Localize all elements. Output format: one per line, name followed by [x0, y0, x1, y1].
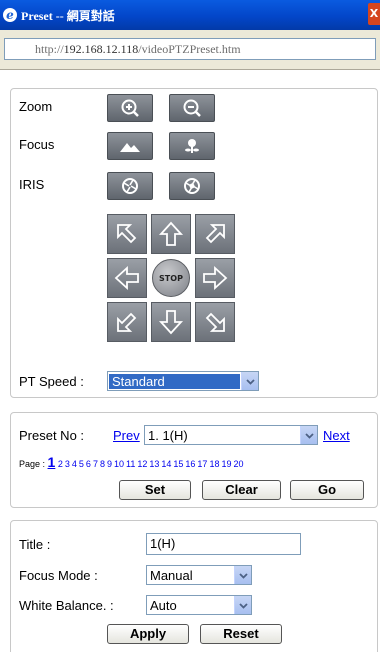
next-link[interactable]: Next [323, 428, 350, 443]
arrow-down-right-icon [205, 312, 225, 332]
settings-panel: Title : 1(H) Focus Mode : Manual White B… [10, 520, 378, 652]
page-link[interactable]: 4 [72, 459, 77, 469]
page-link[interactable]: 12 [137, 459, 147, 469]
focus-label: Focus [19, 137, 55, 152]
focus-near-button[interactable] [169, 132, 215, 160]
zoom-in-button[interactable] [107, 94, 153, 122]
prev-link[interactable]: Prev [113, 428, 140, 443]
page-link[interactable]: 19 [221, 459, 231, 469]
chevron-down-icon [241, 372, 258, 390]
arrow-up-right-icon [205, 224, 225, 244]
pt-speed-value: Standard [109, 373, 240, 389]
page-current[interactable]: 1 [48, 454, 56, 470]
arrow-left-icon [114, 265, 139, 291]
iris-label: IRIS [19, 177, 45, 192]
tilt-down-button[interactable] [151, 302, 191, 342]
page-link[interactable]: 10 [114, 459, 124, 469]
preset-no-label: Preset No : [19, 428, 85, 443]
reset-button[interactable]: Reset [200, 624, 282, 644]
page-link[interactable]: 15 [173, 459, 183, 469]
mountain-icon [120, 143, 140, 152]
iris-close-button[interactable] [169, 172, 215, 200]
pan-down-right-button[interactable] [195, 302, 235, 342]
white-balance-select[interactable]: Auto [146, 595, 252, 615]
window-titlebar: e Preset -- 網頁對話 X [0, 0, 380, 30]
pt-speed-label: PT Speed : [19, 374, 84, 389]
page-link[interactable]: 20 [233, 459, 243, 469]
zoom-out-button[interactable] [169, 94, 215, 122]
pan-up-right-button[interactable] [195, 214, 235, 254]
arrow-up-left-icon [117, 224, 137, 244]
ie-icon: e [3, 8, 17, 22]
close-button[interactable]: X [368, 3, 380, 25]
window-title: Preset -- 網頁對話 [21, 8, 115, 23]
zoom-out-icon [183, 99, 201, 117]
clear-button[interactable]: Clear [202, 480, 281, 500]
page-link[interactable]: 9 [107, 459, 112, 469]
chevron-down-icon [300, 426, 317, 444]
set-button[interactable]: Set [119, 480, 191, 500]
preset-value: 1. 1(H) [148, 427, 188, 443]
iris-close-icon [184, 178, 200, 194]
go-button[interactable]: Go [290, 480, 364, 500]
pan-up-left-button[interactable] [107, 214, 147, 254]
page-link[interactable]: 5 [79, 459, 84, 469]
arrow-down-icon [158, 310, 184, 335]
page-link[interactable]: 17 [197, 459, 207, 469]
page-link[interactable]: 13 [149, 459, 159, 469]
preset-panel: Preset No : Prev 1. 1(H) Next Page : 1 2… [10, 412, 378, 508]
pan-down-left-button[interactable] [107, 302, 147, 342]
focus-far-button[interactable] [107, 132, 153, 160]
white-balance-label: White Balance. : [19, 598, 114, 613]
page-link[interactable]: 18 [209, 459, 219, 469]
zoom-label: Zoom [19, 99, 53, 114]
tilt-up-button[interactable] [151, 214, 191, 254]
flower-icon [185, 139, 199, 153]
arrow-down-left-icon [117, 312, 137, 332]
apply-button[interactable]: Apply [107, 624, 189, 644]
page-link[interactable]: 8 [100, 459, 105, 469]
page-link[interactable]: 14 [161, 459, 171, 469]
iris-open-button[interactable] [107, 172, 153, 200]
chevron-down-icon [234, 566, 251, 584]
address-field[interactable]: http://192.168.12.118/videoPTZPreset.htm [4, 38, 376, 60]
page-link[interactable]: 3 [65, 459, 70, 469]
focus-mode-value: Manual [150, 567, 193, 583]
pan-left-button[interactable] [107, 258, 147, 298]
page-link[interactable]: 6 [86, 459, 91, 469]
focus-mode-select[interactable]: Manual [146, 565, 252, 585]
chevron-down-icon [234, 596, 251, 614]
page-link[interactable]: 7 [93, 459, 98, 469]
page-list: Page : 1 2 3 4 5 6 7 8 9 10 11 12 13 14 15 16 17 18 19 20 [19, 454, 245, 470]
focus-mode-label: Focus Mode : [19, 568, 98, 583]
page-label: Page : [19, 459, 46, 469]
title-label: Title : [19, 537, 51, 552]
arrow-up-icon [158, 221, 184, 246]
page-links: 2 3 4 5 6 7 8 9 10 11 12 13 14 15 16 17 18 19 20 [58, 459, 246, 469]
pt-speed-select[interactable]: Standard [107, 371, 259, 391]
address-bar: http://192.168.12.118/videoPTZPreset.htm [0, 30, 380, 70]
white-balance-value: Auto [150, 597, 177, 613]
page-link[interactable]: 11 [126, 459, 135, 469]
camera-control-panel: Zoom Focus IRIS STOP PT Speed: Standard [10, 88, 378, 398]
title-input[interactable]: 1(H) [146, 533, 301, 555]
preset-select[interactable]: 1. 1(H) [144, 425, 318, 445]
pan-right-button[interactable] [195, 258, 235, 298]
iris-open-icon [122, 178, 138, 194]
page-link[interactable]: 16 [185, 459, 195, 469]
stop-button[interactable]: STOP [152, 259, 190, 297]
arrow-right-icon [203, 265, 228, 291]
page-link[interactable]: 2 [58, 459, 63, 469]
zoom-in-icon [121, 99, 139, 117]
